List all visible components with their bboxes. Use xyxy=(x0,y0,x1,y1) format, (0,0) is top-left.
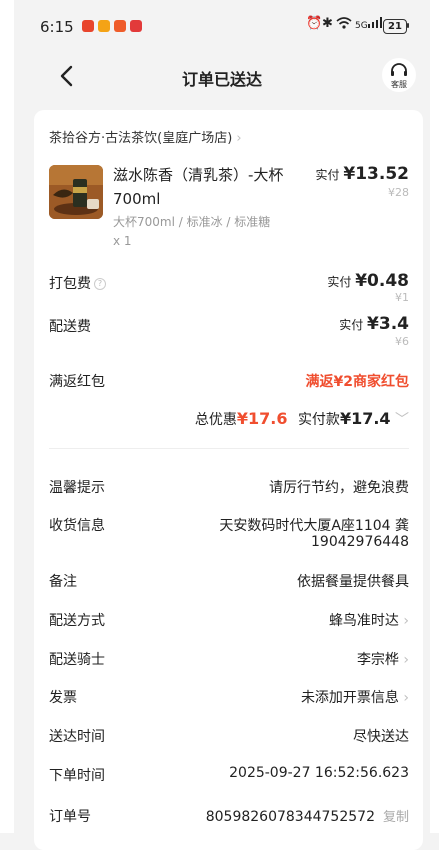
product-name: 滋水陈香（清乳茶）-大杯700ml xyxy=(113,166,284,208)
page-title: 订单已送达 xyxy=(181,70,262,89)
total-discount: ¥17.6 xyxy=(236,409,288,428)
customer-service-button[interactable]: 客服 xyxy=(382,58,416,92)
frame-left xyxy=(0,0,14,833)
rider-row[interactable]: 李宗桦 › xyxy=(357,649,409,669)
address-value: 天安数码时代大厦A座1104 龚 xyxy=(219,518,409,534)
headset-icon xyxy=(391,63,407,76)
delivery-method-row[interactable]: 蜂鸟准时达 › xyxy=(329,610,409,630)
order-card: 茶拾谷方·古法茶饮(皇庭广场店) › 滋水陈香（清乳茶）-大杯700ml 大杯7… xyxy=(34,110,423,850)
product-image[interactable] xyxy=(49,165,103,219)
redpack-label: 满返红包 xyxy=(49,374,105,390)
app-notification-icon xyxy=(114,20,126,32)
copy-button[interactable]: 复制 xyxy=(383,810,409,825)
order-time-label: 下单时间 xyxy=(49,768,105,784)
alarm-icon: ⏰ xyxy=(306,16,323,31)
bluetooth-icon: ✱ xyxy=(322,16,333,31)
chevron-right-icon: › xyxy=(398,690,409,706)
wifi-icon xyxy=(336,16,352,34)
product-paid-price: 实付 ¥13.52 xyxy=(315,164,409,184)
delivery-fee-original: ¥6 xyxy=(395,335,409,348)
total-paid: ¥17.4 xyxy=(339,409,391,428)
app-notification-icon xyxy=(82,20,94,32)
note-value: 依据餐量提供餐具 xyxy=(297,574,409,590)
chevron-right-icon: › xyxy=(398,652,409,668)
chevron-right-icon: › xyxy=(236,131,242,146)
battery-icon: 21 xyxy=(383,19,407,34)
rider-value: 李宗桦 xyxy=(356,652,399,668)
customer-service-label: 客服 xyxy=(391,80,407,89)
delivery-method-value: 蜂鸟准时达 xyxy=(328,613,399,629)
delivery-fee-label: 配送费 xyxy=(49,319,91,335)
arrive-time-label: 送达时间 xyxy=(49,729,105,745)
divider xyxy=(49,448,409,449)
status-time: 6:15 xyxy=(40,18,74,36)
packing-fee-original: ¥1 xyxy=(395,291,409,304)
status-bar: 6:15 ⏰ ✱ 5G 21 xyxy=(14,0,430,46)
product-quantity: x 1 xyxy=(113,234,132,248)
order-number-label: 订单号 xyxy=(49,809,91,825)
redpack-value: 满返¥2商家红包 xyxy=(305,374,409,390)
delivery-method-label: 配送方式 xyxy=(49,613,105,629)
tip-label: 温馨提示 xyxy=(49,480,105,496)
store-name: 茶拾谷方·古法茶饮(皇庭广场店) xyxy=(49,131,233,146)
delivery-fee-paid: 实付 ¥3.4 xyxy=(339,314,409,334)
arrive-time-value: 尽快送达 xyxy=(353,729,409,745)
phone-value: 19042976448 xyxy=(311,534,409,550)
chevron-down-icon: ﹀ xyxy=(395,412,409,428)
app-notification-icon xyxy=(98,20,110,32)
packing-fee-label: 打包费? xyxy=(49,273,106,293)
battery-tip xyxy=(407,23,409,28)
app-screen: 6:15 ⏰ ✱ 5G 21 订单已送达 客服 茶拾谷方·古法茶饮(皇庭广场店)… xyxy=(14,0,430,850)
order-number-value: 8059826078344752572 xyxy=(205,809,375,825)
order-summary[interactable]: 总优惠¥17.6 实付款¥17.4 ﹀ xyxy=(195,409,409,429)
address-label: 收货信息 xyxy=(49,518,105,534)
order-number-row: 8059826078344752572 复制 xyxy=(206,806,409,825)
app-notification-icon xyxy=(130,20,142,32)
frame-right xyxy=(430,0,439,833)
chevron-right-icon: › xyxy=(398,613,409,629)
product-spec: 大杯700ml / 标准冰 / 标准糖 xyxy=(113,215,271,229)
note-label: 备注 xyxy=(49,574,77,590)
invoice-row[interactable]: 未添加开票信息 › xyxy=(301,687,409,707)
packing-fee-paid: 实付 ¥0.48 xyxy=(327,271,409,291)
signal-icon: 5G xyxy=(355,17,382,31)
product-original-price: ¥28 xyxy=(388,186,409,199)
order-time-value: 2025-09-27 16:52:56.623 xyxy=(229,765,409,781)
question-icon[interactable]: ? xyxy=(94,278,106,290)
store-link[interactable]: 茶拾谷方·古法茶饮(皇庭广场店) › xyxy=(49,127,242,146)
tip-value: 请厉行节约，避免浪费 xyxy=(269,480,409,496)
rider-label: 配送骑士 xyxy=(49,652,105,668)
invoice-value: 未添加开票信息 xyxy=(300,690,399,706)
invoice-label: 发票 xyxy=(49,690,77,706)
